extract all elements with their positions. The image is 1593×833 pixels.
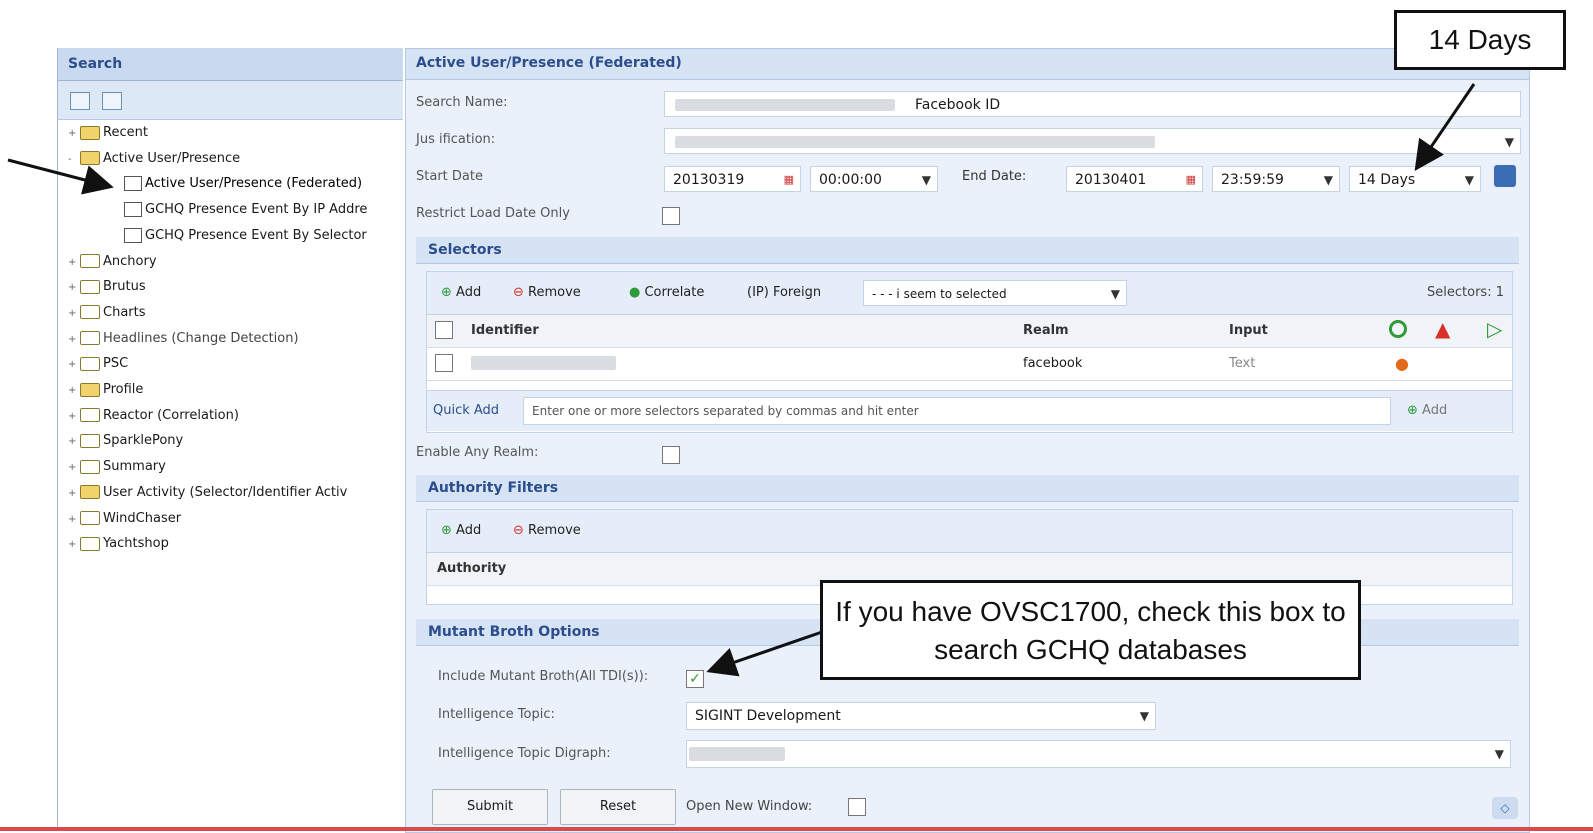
annotation-arrows [7,83,1476,677]
days-pointer-arrow [1414,83,1476,171]
bottom-border [0,827,1593,831]
tree-pointer-arrow [7,158,114,195]
ovsc-pointer-arrow [706,630,823,677]
